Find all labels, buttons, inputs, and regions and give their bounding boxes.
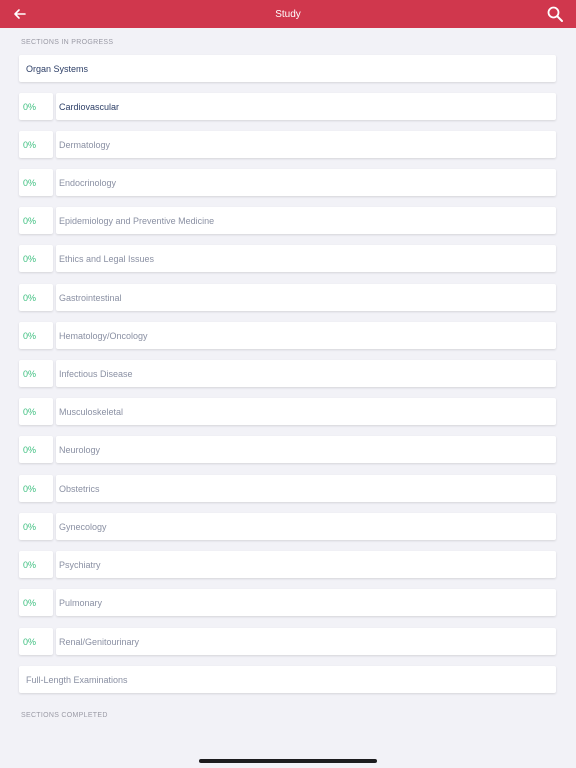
section-row-gynecology[interactable]: Gynecology xyxy=(56,513,556,540)
percent-value: 0% xyxy=(23,253,37,264)
arrow-left-icon xyxy=(14,9,26,19)
section-label: Obstetrics xyxy=(59,483,100,494)
section-row-dermatology[interactable]: Dermatology xyxy=(56,131,556,158)
search-icon xyxy=(547,6,563,22)
nav-bar: Study xyxy=(0,0,576,28)
percent-value: 0% xyxy=(23,139,37,150)
section-label: Gynecology xyxy=(59,521,107,532)
percent-value: 0% xyxy=(23,330,37,341)
percent-value: 0% xyxy=(23,368,37,379)
percent-value: 0% xyxy=(23,559,37,570)
percent-badge: 0% xyxy=(19,628,53,655)
full-length-exams-label: Full-Length Examinations xyxy=(26,674,128,685)
percent-badge: 0% xyxy=(19,284,53,311)
percent-badge: 0% xyxy=(19,436,53,463)
section-label: Renal/Genitourinary xyxy=(59,636,140,647)
section-row-psychiatry[interactable]: Psychiatry xyxy=(56,551,556,578)
section-label: Epidemiology and Preventive Medicine xyxy=(59,215,215,226)
section-label: Pulmonary xyxy=(59,597,103,608)
percent-value: 0% xyxy=(23,215,37,226)
percent-value: 0% xyxy=(23,597,37,608)
percent-badge: 0% xyxy=(19,513,53,540)
percent-value: 0% xyxy=(23,483,37,494)
section-row-gastrointestinal[interactable]: Gastrointestinal xyxy=(56,284,556,311)
percent-badge: 0% xyxy=(19,551,53,578)
section-label: Infectious Disease xyxy=(59,368,133,379)
page-title: Study xyxy=(275,8,301,20)
section-row-epidemiology[interactable]: Epidemiology and Preventive Medicine xyxy=(56,207,556,234)
section-row-neurology[interactable]: Neurology xyxy=(56,436,556,463)
section-label: Dermatology xyxy=(59,139,111,150)
section-header-in-progress: SECTIONS IN PROGRESS xyxy=(21,39,114,46)
section-label: Cardiovascular xyxy=(59,101,120,112)
percent-badge: 0% xyxy=(19,169,53,196)
full-length-exams-row[interactable]: Full-Length Examinations xyxy=(19,666,556,693)
percent-value: 0% xyxy=(23,521,37,532)
percent-value: 0% xyxy=(23,177,37,188)
section-row-cardiovascular[interactable]: Cardiovascular xyxy=(56,93,556,120)
organ-systems-row[interactable]: Organ Systems xyxy=(19,55,556,82)
percent-value: 0% xyxy=(23,444,37,455)
percent-badge: 0% xyxy=(19,93,53,120)
percent-value: 0% xyxy=(23,101,37,112)
section-row-ethics[interactable]: Ethics and Legal Issues xyxy=(56,245,556,272)
section-label: Ethics and Legal Issues xyxy=(59,253,155,264)
percent-badge: 0% xyxy=(19,398,53,425)
section-row-hematology[interactable]: Hematology/Oncology xyxy=(56,322,556,349)
percent-badge: 0% xyxy=(19,589,53,616)
organ-systems-label: Organ Systems xyxy=(26,63,89,74)
section-label: Musculoskeletal xyxy=(59,406,124,417)
section-label: Endocrinology xyxy=(59,177,117,188)
percent-badge: 0% xyxy=(19,475,53,502)
section-row-endocrinology[interactable]: Endocrinology xyxy=(56,169,556,196)
search-button[interactable] xyxy=(546,5,564,23)
section-label: Neurology xyxy=(59,444,101,455)
section-row-infectious-disease[interactable]: Infectious Disease xyxy=(56,360,556,387)
percent-badge: 0% xyxy=(19,207,53,234)
back-button[interactable] xyxy=(12,6,28,22)
percent-value: 0% xyxy=(23,406,37,417)
percent-value: 0% xyxy=(23,636,37,647)
home-indicator[interactable] xyxy=(199,759,377,763)
percent-value: 0% xyxy=(23,292,37,303)
section-label: Gastrointestinal xyxy=(59,292,122,303)
percent-badge: 0% xyxy=(19,360,53,387)
section-row-musculoskeletal[interactable]: Musculoskeletal xyxy=(56,398,556,425)
percent-badge: 0% xyxy=(19,245,53,272)
section-label: Hematology/Oncology xyxy=(59,330,148,341)
percent-badge: 0% xyxy=(19,322,53,349)
section-row-obstetrics[interactable]: Obstetrics xyxy=(56,475,556,502)
section-header-completed: SECTIONS COMPLETED xyxy=(21,712,108,719)
section-row-renal[interactable]: Renal/Genitourinary xyxy=(56,628,556,655)
percent-badge: 0% xyxy=(19,131,53,158)
section-label: Psychiatry xyxy=(59,559,101,570)
section-row-pulmonary[interactable]: Pulmonary xyxy=(56,589,556,616)
